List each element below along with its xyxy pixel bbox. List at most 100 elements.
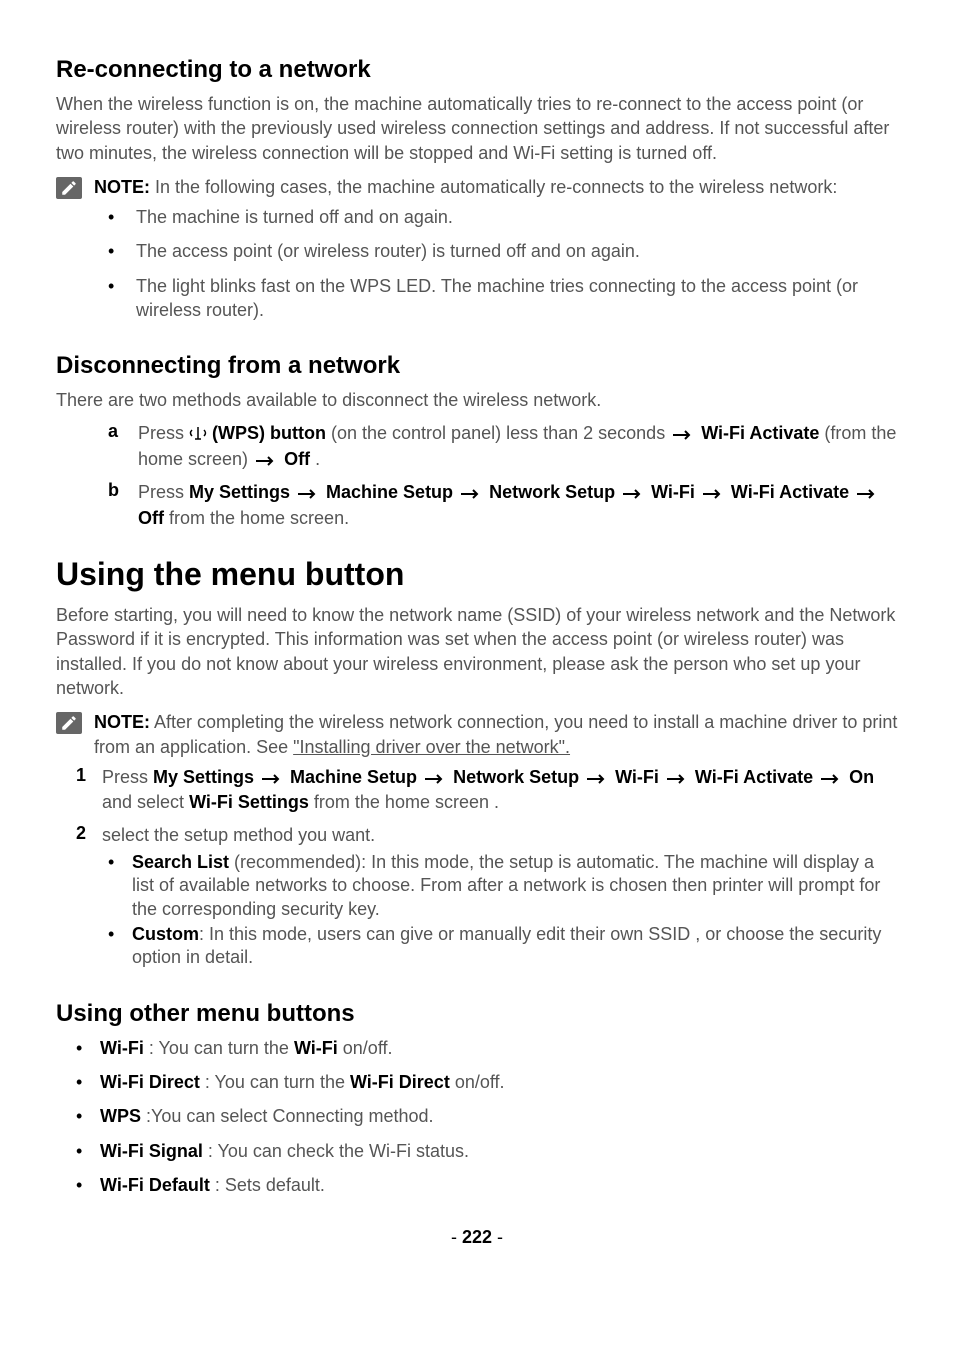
marker-b: b bbox=[108, 480, 138, 501]
bold-text: Custom bbox=[132, 924, 199, 944]
note-text-2: NOTE: After completing the wireless netw… bbox=[94, 710, 898, 759]
note-label-1: NOTE: bbox=[94, 177, 150, 197]
step-a-content: Press (WPS) button (on the control panel… bbox=[138, 421, 898, 473]
bold-text: WPS bbox=[100, 1106, 141, 1126]
list-item: Wi-Fi : You can turn the Wi-Fi on/off. bbox=[76, 1036, 898, 1060]
numbered-steps: 1 Press My Settings Machine Setup Networ… bbox=[56, 765, 898, 972]
bold-text: My Settings bbox=[153, 767, 259, 787]
note-label-2: NOTE: bbox=[94, 712, 150, 732]
text-segment: (recommended): In this mode, the setup i… bbox=[132, 852, 880, 919]
bold-text: Machine Setup bbox=[321, 482, 458, 502]
bold-text: Wi-Fi Activate bbox=[726, 482, 854, 502]
list-item: The access point (or wireless router) is… bbox=[108, 239, 898, 263]
page-number: - 222 - bbox=[56, 1227, 898, 1248]
bold-text: Wi-Fi Activate bbox=[690, 767, 818, 787]
note-bullets-1: The machine is turned off and on again. … bbox=[56, 205, 898, 322]
step-a: a Press (WPS) button (on the control pan… bbox=[108, 421, 898, 473]
step-2: 2 select the setup method you want. Sear… bbox=[76, 823, 898, 972]
arrow-icon bbox=[425, 766, 445, 790]
arrow-icon bbox=[673, 422, 693, 446]
para-menu-button: Before starting, you will need to know t… bbox=[56, 603, 898, 700]
wps-icon bbox=[189, 423, 207, 447]
arrow-icon bbox=[298, 481, 318, 505]
bold-text: Network Setup bbox=[448, 767, 584, 787]
bold-text: Wi-Fi Direct bbox=[350, 1072, 450, 1092]
pencil-note-icon bbox=[56, 712, 82, 734]
bold-text: Wi-Fi Signal bbox=[100, 1141, 203, 1161]
bold-text: Wi-Fi bbox=[100, 1038, 144, 1058]
marker-1: 1 bbox=[76, 765, 102, 786]
disconnect-steps: a Press (WPS) button (on the control pan… bbox=[56, 421, 898, 530]
arrow-icon bbox=[857, 481, 877, 505]
arrow-icon bbox=[623, 481, 643, 505]
bold-text: Wi-Fi Direct bbox=[100, 1072, 200, 1092]
text-segment: . bbox=[310, 449, 320, 469]
bold-text: My Settings bbox=[189, 482, 295, 502]
step-2-content: select the setup method you want. Search… bbox=[102, 823, 898, 972]
list-item: The light blinks fast on the WPS LED. Th… bbox=[108, 274, 898, 323]
bold-text: Wi-Fi bbox=[294, 1038, 338, 1058]
pencil-note-icon bbox=[56, 177, 82, 199]
bold-text: Wi-Fi Activate bbox=[696, 423, 819, 443]
arrow-icon bbox=[461, 481, 481, 505]
bold-text: On bbox=[844, 767, 874, 787]
step-1-content: Press My Settings Machine Setup Network … bbox=[102, 765, 898, 815]
note-text-1: NOTE: In the following cases, the machin… bbox=[94, 175, 898, 199]
heading-disconnect: Disconnecting from a network bbox=[56, 352, 898, 380]
note-body-1: In the following cases, the machine auto… bbox=[150, 177, 837, 197]
note-block-1: NOTE: In the following cases, the machin… bbox=[56, 175, 898, 199]
text-segment: (on the control panel) less than 2 secon… bbox=[326, 423, 670, 443]
bold-text: Wi-Fi bbox=[646, 482, 700, 502]
text-segment: :You can select Connecting method. bbox=[141, 1106, 434, 1126]
arrow-icon bbox=[703, 481, 723, 505]
list-item: Wi-Fi Direct : You can turn the Wi-Fi Di… bbox=[76, 1070, 898, 1094]
list-item: Search List (recommended): In this mode,… bbox=[102, 851, 898, 921]
text-segment: : You can turn the bbox=[144, 1038, 294, 1058]
arrow-icon bbox=[667, 766, 687, 790]
text-segment: : You can turn the bbox=[200, 1072, 350, 1092]
bold-text: (WPS) button bbox=[207, 423, 326, 443]
text-segment: on/off. bbox=[338, 1038, 393, 1058]
bold-text: Wi-Fi Default bbox=[100, 1175, 210, 1195]
bold-text: Off bbox=[279, 449, 310, 469]
note-block-2: NOTE: After completing the wireless netw… bbox=[56, 710, 898, 759]
step-2-sub-bullets: Search List (recommended): In this mode,… bbox=[102, 851, 898, 970]
bold-text: Machine Setup bbox=[285, 767, 422, 787]
heading-other-menu: Using other menu buttons bbox=[56, 1000, 898, 1028]
bold-text: Off bbox=[138, 508, 164, 528]
text-segment: Press bbox=[102, 767, 153, 787]
text-segment: and select bbox=[102, 792, 189, 812]
arrow-icon bbox=[262, 766, 282, 790]
step-1: 1 Press My Settings Machine Setup Networ… bbox=[76, 765, 898, 815]
step-b-content: Press My Settings Machine Setup Network … bbox=[138, 480, 898, 530]
marker-a: a bbox=[108, 421, 138, 442]
other-menu-list: Wi-Fi : You can turn the Wi-Fi on/off. W… bbox=[56, 1036, 898, 1197]
list-item: Wi-Fi Default : Sets default. bbox=[76, 1173, 898, 1197]
para-reconnect: When the wireless function is on, the ma… bbox=[56, 92, 898, 165]
text-segment: : In this mode, users can give or manual… bbox=[132, 924, 881, 967]
text-segment: Press bbox=[138, 423, 189, 443]
text-segment: from the home screen. bbox=[164, 508, 349, 528]
bold-text: Wi-Fi Settings bbox=[189, 792, 309, 812]
list-item: Custom: In this mode, users can give or … bbox=[102, 923, 898, 970]
marker-2: 2 bbox=[76, 823, 102, 844]
text-segment: Press bbox=[138, 482, 189, 502]
para-disconnect: There are two methods available to disco… bbox=[56, 388, 898, 412]
list-item: Wi-Fi Signal : You can check the Wi-Fi s… bbox=[76, 1139, 898, 1163]
text-segment: from the home screen . bbox=[309, 792, 499, 812]
text-segment: select the setup method you want. bbox=[102, 825, 375, 845]
text-segment: - bbox=[451, 1227, 462, 1247]
list-item: WPS :You can select Connecting method. bbox=[76, 1104, 898, 1128]
bold-text: Network Setup bbox=[484, 482, 620, 502]
list-item: The machine is turned off and on again. bbox=[108, 205, 898, 229]
text-segment: - bbox=[492, 1227, 503, 1247]
text-segment: : You can check the Wi-Fi status. bbox=[203, 1141, 469, 1161]
link-installing-driver[interactable]: "Installing driver over the network". bbox=[293, 737, 570, 757]
heading-menu-button: Using the menu button bbox=[56, 556, 898, 593]
arrow-icon bbox=[256, 448, 276, 472]
step-b: b Press My Settings Machine Setup Networ… bbox=[108, 480, 898, 530]
heading-reconnect: Re-connecting to a network bbox=[56, 56, 898, 84]
bold-text: Search List bbox=[132, 852, 229, 872]
bold-text: Wi-Fi bbox=[610, 767, 664, 787]
page-number-value: 222 bbox=[462, 1227, 492, 1247]
